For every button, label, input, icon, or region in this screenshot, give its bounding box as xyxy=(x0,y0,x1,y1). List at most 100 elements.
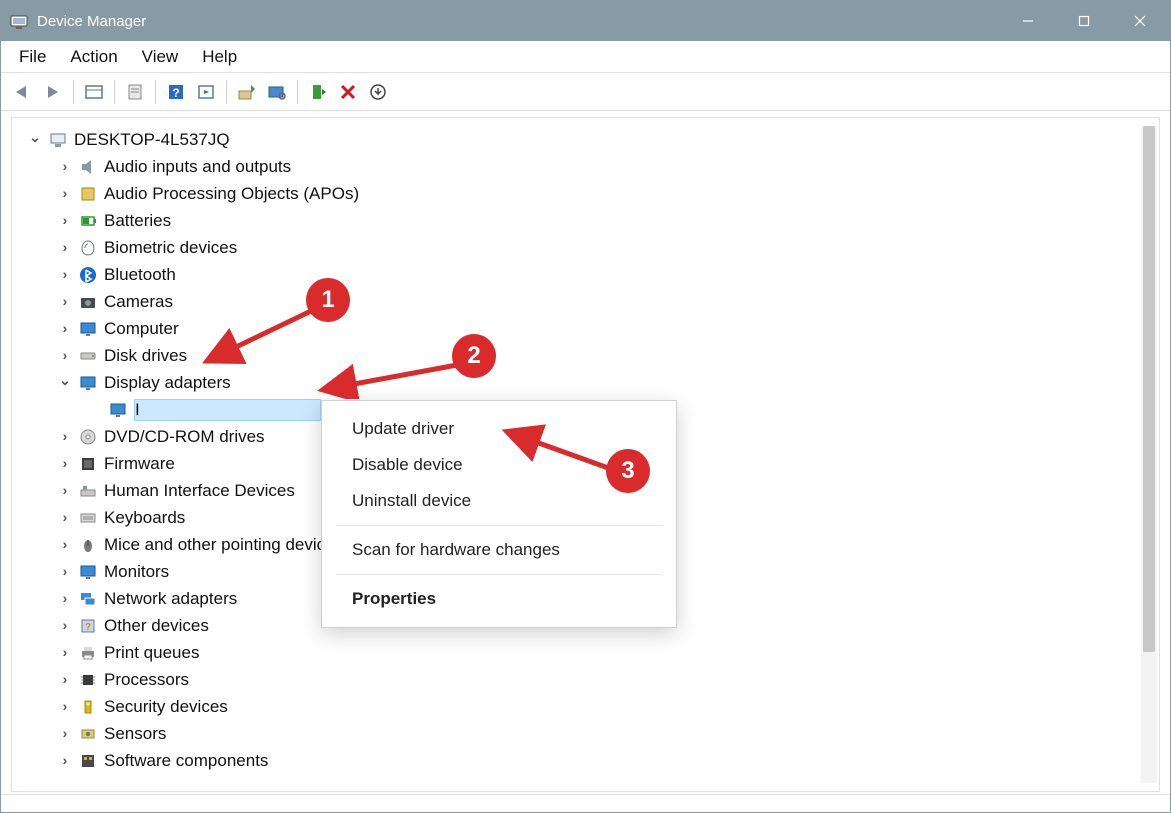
expand-icon[interactable] xyxy=(58,268,72,282)
menubar: File Action View Help xyxy=(1,41,1170,73)
expand-icon[interactable] xyxy=(58,511,72,525)
callout-3: 3 xyxy=(606,449,650,493)
tree-category[interactable]: Bluetooth xyxy=(16,261,1155,288)
expand-icon[interactable] xyxy=(58,727,72,741)
expand-icon[interactable] xyxy=(58,592,72,606)
expand-icon[interactable] xyxy=(58,457,72,471)
category-label: Display adapters xyxy=(104,373,231,393)
device-label-selected: I xyxy=(134,399,321,421)
help-button[interactable]: ? xyxy=(162,78,190,106)
category-icon xyxy=(78,643,98,663)
computer-icon xyxy=(48,130,68,150)
disable-device-button[interactable] xyxy=(334,78,362,106)
category-label: Computer xyxy=(104,319,179,339)
toolbar-separator xyxy=(297,80,298,104)
back-button[interactable] xyxy=(9,78,37,106)
expand-icon[interactable] xyxy=(58,214,72,228)
expand-icon[interactable] xyxy=(58,673,72,687)
category-label: Processors xyxy=(104,670,189,690)
category-label: Human Interface Devices xyxy=(104,481,295,501)
category-icon: ? xyxy=(78,616,98,636)
category-icon xyxy=(78,157,98,177)
scroll-thumb[interactable] xyxy=(1143,126,1155,652)
svg-text:?: ? xyxy=(85,622,91,633)
minimize-button[interactable] xyxy=(1000,1,1056,41)
tree-category[interactable]: Security devices xyxy=(16,693,1155,720)
tree-category[interactable]: Cameras xyxy=(16,288,1155,315)
category-icon xyxy=(78,697,98,717)
tree-category[interactable]: Audio inputs and outputs xyxy=(16,153,1155,180)
category-icon xyxy=(78,562,98,582)
tree-category[interactable]: Computer xyxy=(16,315,1155,342)
menu-help[interactable]: Help xyxy=(192,43,247,71)
expand-icon[interactable] xyxy=(58,160,72,174)
category-icon xyxy=(78,211,98,231)
category-icon xyxy=(78,535,98,555)
menu-view[interactable]: View xyxy=(132,43,189,71)
callout-arrow-2 xyxy=(317,359,467,399)
scan-hardware-button[interactable] xyxy=(263,78,291,106)
callout-2: 2 xyxy=(452,334,496,378)
action-button[interactable] xyxy=(192,78,220,106)
toolbar-separator xyxy=(226,80,227,104)
tree-category[interactable]: Display adapters xyxy=(16,369,1155,396)
context-update-driver[interactable]: Update driver xyxy=(322,411,676,447)
category-label: Cameras xyxy=(104,292,173,312)
maximize-button[interactable] xyxy=(1056,1,1112,41)
expand-icon[interactable] xyxy=(58,241,72,255)
expand-icon[interactable] xyxy=(58,619,72,633)
tree-category[interactable]: Software components xyxy=(16,747,1155,774)
context-properties[interactable]: Properties xyxy=(322,581,676,617)
category-icon xyxy=(78,292,98,312)
titlebar: Device Manager xyxy=(1,1,1170,41)
uninstall-device-button[interactable] xyxy=(364,78,392,106)
tree-category[interactable]: Processors xyxy=(16,666,1155,693)
tree-category[interactable]: Print queues xyxy=(16,639,1155,666)
category-icon xyxy=(78,265,98,285)
close-button[interactable] xyxy=(1112,1,1168,41)
expand-icon[interactable] xyxy=(58,430,72,444)
category-label: Sensors xyxy=(104,724,166,744)
properties-button[interactable] xyxy=(121,78,149,106)
tree-category[interactable]: Disk drives xyxy=(16,342,1155,369)
category-label: Security devices xyxy=(104,697,228,717)
context-separator xyxy=(336,574,662,575)
toolbar-separator xyxy=(73,80,74,104)
expand-icon[interactable] xyxy=(58,295,72,309)
category-label: Network adapters xyxy=(104,589,237,609)
expand-icon[interactable] xyxy=(58,700,72,714)
tree-category[interactable]: Sensors xyxy=(16,720,1155,747)
forward-button[interactable] xyxy=(39,78,67,106)
category-icon xyxy=(78,319,98,339)
category-label: Disk drives xyxy=(104,346,187,366)
status-bar xyxy=(1,794,1170,812)
menu-action[interactable]: Action xyxy=(60,43,127,71)
category-label: Biometric devices xyxy=(104,238,237,258)
expand-icon[interactable] xyxy=(58,187,72,201)
svg-text:?: ? xyxy=(172,86,179,100)
expand-icon[interactable] xyxy=(58,484,72,498)
category-label: Mice and other pointing devices xyxy=(104,535,343,555)
category-icon xyxy=(78,670,98,690)
update-driver-button[interactable] xyxy=(233,78,261,106)
show-hidden-button[interactable] xyxy=(80,78,108,106)
tree-root-node[interactable]: DESKTOP-4L537JQ xyxy=(16,126,1155,153)
expand-icon[interactable] xyxy=(58,754,72,768)
category-label: Audio inputs and outputs xyxy=(104,157,291,177)
expand-icon[interactable] xyxy=(58,565,72,579)
expand-icon[interactable] xyxy=(58,538,72,552)
tree-category[interactable]: Batteries xyxy=(16,207,1155,234)
context-scan-hardware[interactable]: Scan for hardware changes xyxy=(322,532,676,568)
expand-icon[interactable] xyxy=(28,133,42,147)
menu-file[interactable]: File xyxy=(9,43,56,71)
expand-icon[interactable] xyxy=(58,646,72,660)
enable-device-button[interactable] xyxy=(304,78,332,106)
tree-category[interactable]: Biometric devices xyxy=(16,234,1155,261)
tree-category[interactable]: Audio Processing Objects (APOs) xyxy=(16,180,1155,207)
expand-icon[interactable] xyxy=(58,322,72,336)
category-icon xyxy=(78,427,98,447)
expand-icon[interactable] xyxy=(58,376,72,390)
expand-icon[interactable] xyxy=(58,349,72,363)
category-label: Software components xyxy=(104,751,268,771)
scrollbar[interactable] xyxy=(1141,126,1157,783)
